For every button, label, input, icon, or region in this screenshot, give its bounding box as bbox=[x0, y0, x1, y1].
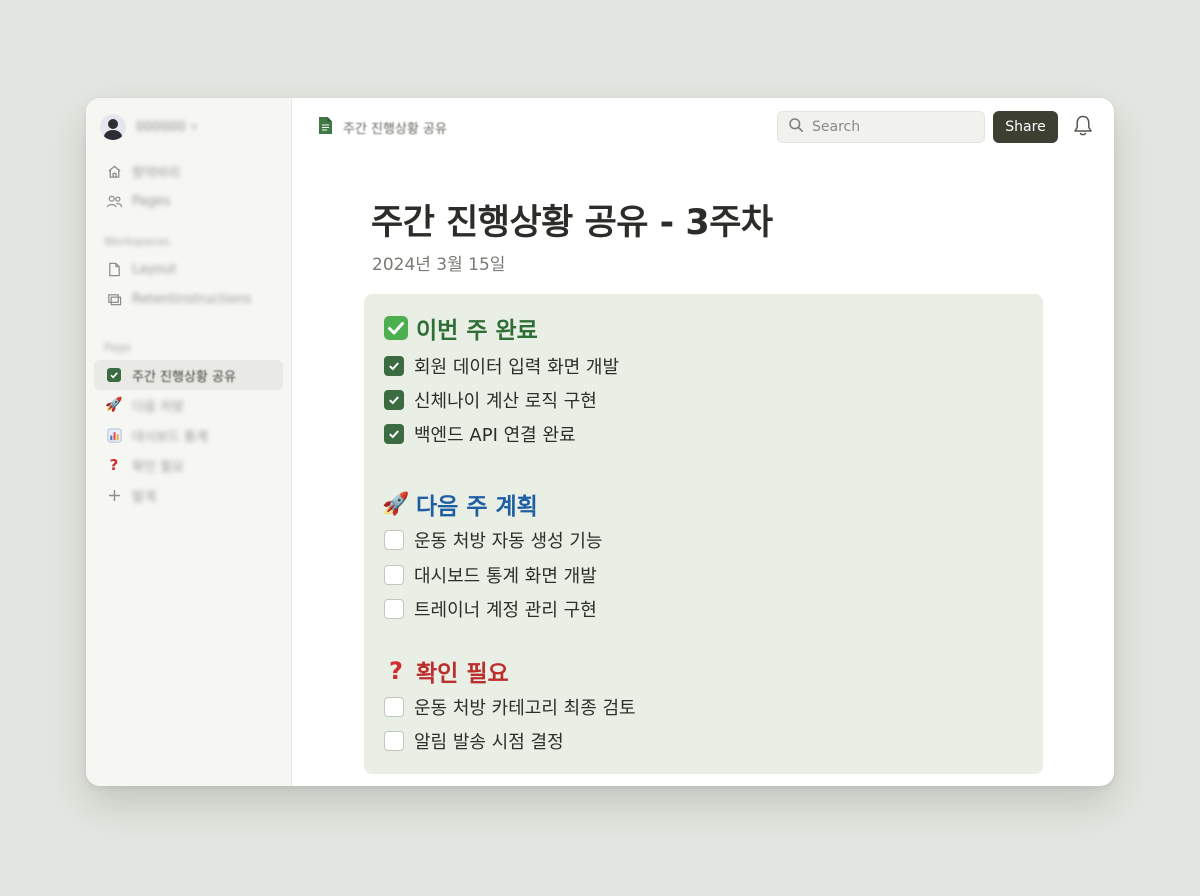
user-switcher[interactable]: 000000 ▾ bbox=[94, 114, 283, 140]
task-label: 운동 처방 자동 생성 기능 bbox=[414, 531, 603, 552]
sidebar-item-dashboard-stats[interactable]: 대시보드 통계 bbox=[94, 420, 283, 450]
breadcrumb-label: 주간 진행상황 공유 bbox=[343, 122, 447, 137]
checkbox-unchecked[interactable] bbox=[384, 599, 404, 619]
checkbox-unchecked[interactable] bbox=[384, 530, 404, 550]
people-icon bbox=[104, 194, 124, 209]
task-label: 알림 발송 시점 결정 bbox=[414, 732, 564, 753]
task-label: 백엔드 API 연결 완료 bbox=[414, 425, 576, 446]
checkbox-checked[interactable] bbox=[384, 424, 404, 444]
page-title: 주간 진행상황 공유 - 3주차 bbox=[371, 203, 773, 243]
task-item[interactable]: 운동 처방 자동 생성 기능 bbox=[384, 528, 603, 552]
sidebar-item-weekly-progress[interactable]: 주간 진행상황 공유 bbox=[94, 360, 283, 390]
section-heading-done: 이번 주 완료 bbox=[382, 311, 538, 345]
task-label: 회원 데이터 입력 화면 개발 bbox=[414, 357, 620, 378]
sidebar-item-label: 확인 필요 bbox=[132, 459, 184, 475]
sidebar-item-label: Layout bbox=[132, 261, 177, 277]
check-mark-icon bbox=[382, 314, 410, 342]
sidebar-item-add-page[interactable]: 발게 bbox=[94, 480, 283, 510]
document-icon bbox=[318, 116, 333, 139]
checkbox-unchecked[interactable] bbox=[384, 697, 404, 717]
checkbox-unchecked[interactable] bbox=[384, 565, 404, 585]
rocket-icon: 🚀 bbox=[382, 491, 410, 517]
sidebar-item-label: 다음 처방 bbox=[132, 399, 184, 415]
workspaces-section-label: Workspaces bbox=[104, 235, 170, 248]
sidebar-item-retentinstructions[interactable]: Retentinstructions bbox=[94, 284, 283, 314]
chevron-down-icon: ▾ bbox=[191, 121, 197, 133]
breadcrumb[interactable]: 주간 진행상황 공유 bbox=[318, 116, 447, 139]
avatar bbox=[100, 114, 126, 140]
checkbox-unchecked[interactable] bbox=[384, 731, 404, 751]
user-name: 000000 bbox=[136, 119, 186, 135]
section-heading-next-week: 🚀 다음 주 계획 bbox=[382, 487, 538, 521]
task-item[interactable]: 트레이너 계정 관리 구현 bbox=[384, 597, 597, 621]
task-item[interactable]: 백엔드 API 연결 완료 bbox=[384, 422, 576, 446]
question-icon: ? bbox=[109, 456, 119, 474]
page-section-label: Page bbox=[104, 341, 131, 354]
sidebar-item-home[interactable]: 향약바리 bbox=[94, 156, 283, 186]
task-item[interactable]: 운동 처방 카테고리 최종 검토 bbox=[384, 695, 636, 719]
task-item[interactable]: 대시보드 통계 화면 개발 bbox=[384, 563, 597, 587]
task-label: 신체나이 계산 로직 구현 bbox=[414, 391, 597, 412]
task-label: 트레이너 계정 관리 구현 bbox=[414, 600, 597, 621]
sidebar-item-pages[interactable]: Pages bbox=[94, 186, 283, 216]
app-window: 000000 ▾ 향약바리 Pages Workspaces Layout Re… bbox=[86, 98, 1114, 786]
top-bar: 주간 진행상황 공유 Share bbox=[292, 98, 1114, 156]
stack-icon bbox=[104, 292, 124, 307]
sidebar-item-needs-check[interactable]: ? 확인 필요 bbox=[94, 450, 283, 480]
task-item[interactable]: 알림 발송 시점 결정 bbox=[384, 729, 564, 753]
task-label: 대시보드 통계 화면 개발 bbox=[414, 566, 597, 587]
sidebar-item-label: Retentinstructions bbox=[132, 291, 252, 307]
task-item[interactable]: 회원 데이터 입력 화면 개발 bbox=[384, 354, 619, 378]
checkbox-icon bbox=[104, 368, 124, 382]
sidebar-item-label: 주간 진행상황 공유 bbox=[132, 369, 236, 385]
question-mark-icon: ? bbox=[389, 657, 403, 685]
page-date: 2024년 3월 15일 bbox=[372, 255, 506, 275]
section-heading-label: 이번 주 완료 bbox=[416, 318, 538, 344]
checkbox-checked[interactable] bbox=[384, 356, 404, 376]
sidebar-item-label: 발게 bbox=[132, 489, 156, 505]
sidebar-item-label: 대시보드 통계 bbox=[132, 429, 208, 445]
home-icon bbox=[104, 164, 124, 179]
task-item[interactable]: 신체나이 계산 로직 구현 bbox=[384, 388, 597, 412]
task-label: 운동 처방 카테고리 최종 검토 bbox=[414, 698, 636, 719]
sidebar: 000000 ▾ 향약바리 Pages Workspaces Layout Re… bbox=[86, 98, 292, 786]
main-content: 주간 진행상황 공유 Share 주간 진행상황 공유 - 3주차 2024년 … bbox=[292, 98, 1114, 786]
share-button[interactable]: Share bbox=[993, 111, 1058, 143]
page-icon bbox=[104, 262, 124, 277]
sidebar-item-layout[interactable]: Layout bbox=[94, 254, 283, 284]
section-heading-label: 확인 필요 bbox=[416, 661, 509, 687]
rocket-icon: 🚀 bbox=[105, 397, 123, 413]
sidebar-item-label: Pages bbox=[132, 193, 171, 209]
progress-panel: 이번 주 완료 회원 데이터 입력 화면 개발 신체나이 계산 로직 구현 백엔… bbox=[364, 294, 1043, 774]
checkbox-checked[interactable] bbox=[384, 390, 404, 410]
chart-icon bbox=[104, 428, 124, 443]
bell-icon[interactable] bbox=[1072, 114, 1094, 142]
section-heading-label: 다음 주 계획 bbox=[416, 494, 538, 520]
sidebar-item-label: 향약바리 bbox=[132, 165, 180, 181]
section-heading-needs-check: ? 확인 필요 bbox=[382, 654, 509, 688]
search-input[interactable] bbox=[812, 119, 972, 135]
plus-icon bbox=[104, 489, 124, 502]
search-box[interactable] bbox=[777, 111, 985, 143]
sidebar-item-next-plan[interactable]: 🚀 다음 처방 bbox=[94, 390, 283, 420]
search-icon bbox=[788, 117, 804, 137]
